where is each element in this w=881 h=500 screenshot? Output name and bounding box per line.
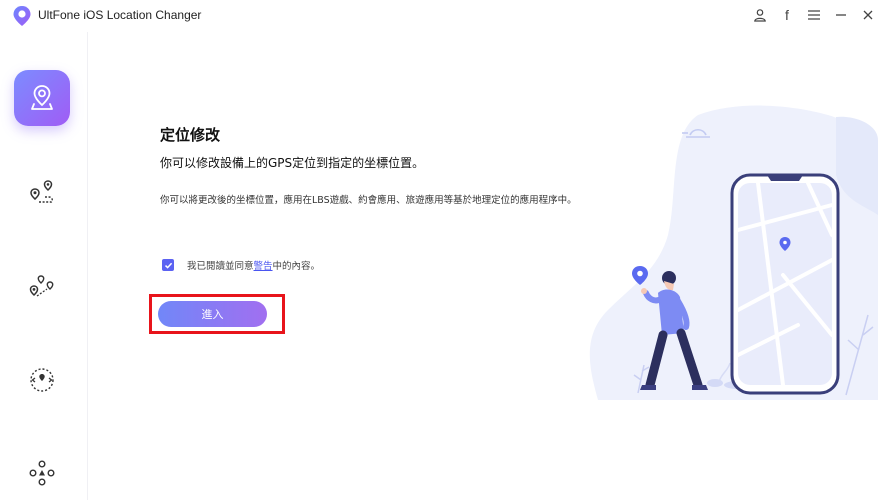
agree-checkbox[interactable] <box>162 259 174 271</box>
agree-prefix: 我已閱讀並同意 <box>187 261 254 272</box>
sidebar-item-joystick[interactable] <box>14 445 70 500</box>
enter-button[interactable]: 進入 <box>158 301 267 327</box>
app-logo-icon <box>13 6 31 26</box>
minimize-icon[interactable] <box>832 6 850 24</box>
agree-suffix: 中的內容。 <box>272 261 321 272</box>
phone-illustration <box>589 105 878 400</box>
map-pin-icon <box>31 85 53 110</box>
title-bar: UltFone iOS Location Changer f <box>0 0 881 32</box>
joystick-icon <box>29 460 55 486</box>
page-description: 你可以將更改後的坐標位置，應用在LBS遊戲、約會應用、旅遊應用等基於地理定位的應… <box>160 195 577 206</box>
route-icon <box>30 180 53 203</box>
app-title: UltFone iOS Location Changer <box>38 8 202 22</box>
teleport-icon <box>30 368 54 392</box>
facebook-icon[interactable]: f <box>778 6 796 24</box>
sidebar-item-change-location[interactable] <box>14 70 70 126</box>
close-icon[interactable] <box>859 6 877 24</box>
sidebar-item-two-spot[interactable] <box>14 165 70 221</box>
multi-route-icon <box>29 275 54 297</box>
sidebar <box>0 32 88 500</box>
user-icon[interactable] <box>751 6 769 24</box>
check-icon <box>164 262 172 269</box>
warning-link[interactable]: 警告 <box>254 258 273 272</box>
page-title: 定位修改 <box>160 126 221 144</box>
agreement-row: 我已閱讀並同意 警告 中的內容。 <box>162 258 320 272</box>
menu-icon[interactable] <box>805 6 823 24</box>
sidebar-item-multi-spot[interactable] <box>14 259 70 315</box>
sidebar-item-teleport[interactable] <box>14 352 70 408</box>
page-subtitle: 你可以修改設備上的GPS定位到指定的坐標位置。 <box>160 156 425 170</box>
